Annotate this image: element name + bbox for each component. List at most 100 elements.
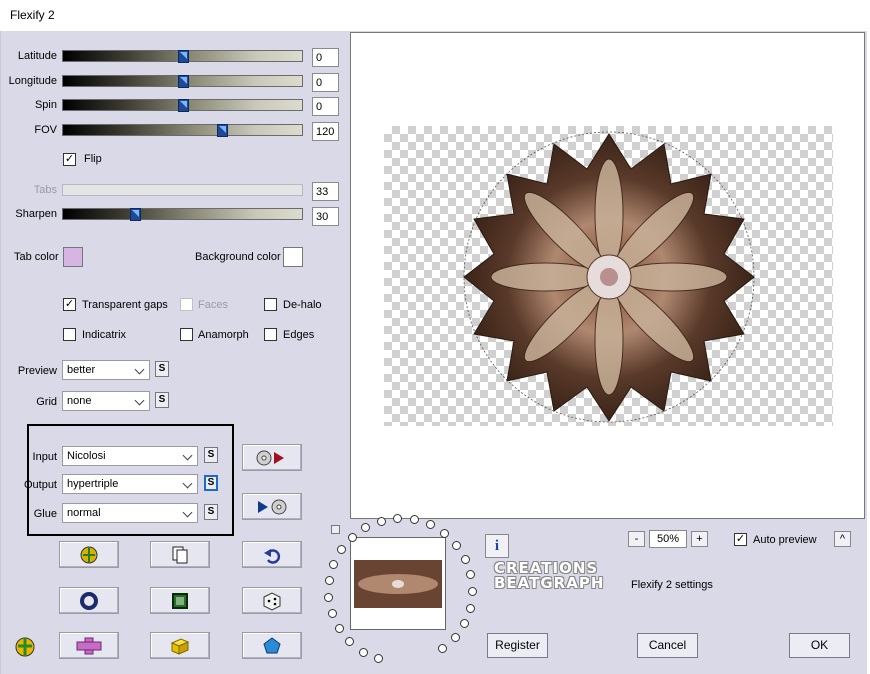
handle-square[interactable]	[331, 525, 340, 534]
spin-value[interactable]: 0	[312, 97, 339, 116]
auto-preview-checkbox[interactable]: ✓	[734, 533, 747, 546]
sharpen-slider[interactable]	[62, 208, 303, 221]
randomize-button[interactable]	[59, 541, 119, 568]
anamorph-checkbox[interactable]	[180, 328, 193, 341]
ring-dot[interactable]	[347, 532, 357, 542]
grid-s-button[interactable]: S	[155, 392, 169, 408]
transparent-gaps-label: Transparent gaps	[82, 299, 168, 311]
transparent-gaps-checkbox[interactable]: ✓	[63, 298, 76, 311]
ring-dot[interactable]	[459, 619, 469, 629]
anamorph-label: Anamorph	[198, 329, 249, 341]
info-button[interactable]: i	[485, 534, 509, 558]
disc-to-play-icon	[256, 450, 284, 465]
input-dropdown-value: Nicolosi	[67, 450, 106, 462]
longitude-label: Longitude	[8, 75, 57, 87]
preview-panel[interactable]	[350, 32, 865, 519]
fov-value[interactable]: 120	[312, 122, 339, 141]
watermark-line-2: BEATGRAPH	[494, 574, 605, 592]
circle-tool-button[interactable]	[59, 587, 119, 614]
collapse-button[interactable]: ^	[834, 531, 851, 547]
zoom-in-button[interactable]: +	[691, 531, 708, 547]
ring-dot[interactable]	[439, 528, 449, 538]
ring-dot[interactable]	[465, 603, 475, 613]
square-tool-button[interactable]	[150, 587, 210, 614]
ring-dot[interactable]	[451, 540, 461, 550]
de-halo-label: De-halo	[283, 299, 322, 311]
longitude-value[interactable]: 0	[312, 73, 339, 92]
ring-dot[interactable]	[460, 554, 470, 564]
ring-dot[interactable]	[328, 560, 338, 570]
copy-button[interactable]	[150, 541, 210, 568]
ring-dot[interactable]	[327, 609, 337, 619]
ok-button[interactable]: OK	[789, 633, 850, 658]
longitude-slider[interactable]	[62, 75, 303, 88]
dice-button[interactable]	[242, 587, 302, 614]
swap-to-output-button[interactable]	[242, 444, 302, 471]
cancel-button[interactable]: Cancel	[637, 633, 698, 658]
ring-dot[interactable]	[467, 586, 477, 596]
zoom-level: 50%	[649, 530, 687, 548]
register-button[interactable]: Register	[487, 633, 548, 658]
zoom-out-button[interactable]: -	[628, 531, 645, 547]
window-title: Flexify 2	[10, 8, 55, 22]
pentagon-tool-button[interactable]	[242, 632, 302, 659]
latitude-value[interactable]: 0	[312, 48, 339, 67]
cube-icon	[170, 637, 190, 655]
latitude-slider[interactable]	[62, 50, 303, 63]
preview-s-button[interactable]: S	[155, 361, 169, 377]
chevron-down-icon	[134, 395, 145, 406]
glue-dropdown-value: normal	[67, 507, 101, 519]
spin-slider-thumb[interactable]	[177, 99, 189, 112]
grid-dropdown[interactable]: none	[62, 391, 150, 411]
swap-to-input-button[interactable]	[242, 493, 302, 520]
output-s-button[interactable]: S	[204, 475, 218, 491]
flip-checkbox[interactable]: ✓	[63, 153, 76, 166]
background-color-swatch[interactable]	[283, 247, 303, 267]
thumbnail-preview[interactable]	[350, 537, 446, 630]
indicatrix-label: Indicatrix	[82, 329, 127, 341]
longitude-slider-thumb[interactable]	[177, 75, 189, 88]
background-color-label: Background color	[195, 251, 281, 263]
ring-icon	[80, 591, 98, 610]
preview-label: Preview	[17, 365, 57, 377]
fov-slider[interactable]	[62, 124, 303, 137]
output-label: Output	[23, 479, 57, 491]
ring-dot[interactable]	[358, 647, 368, 657]
preview-dropdown-value: better	[67, 364, 96, 376]
ring-dot[interactable]	[376, 516, 386, 526]
ring-dot[interactable]	[425, 520, 435, 530]
output-dropdown-value: hypertriple	[67, 478, 119, 490]
sharpen-value[interactable]: 30	[312, 207, 339, 226]
ring-dot[interactable]	[324, 576, 334, 586]
chevron-down-icon	[182, 507, 193, 518]
watermark: CREATIONS BEATGRAPH	[494, 561, 604, 591]
undo-button[interactable]	[242, 541, 302, 568]
tab-color-swatch[interactable]	[63, 247, 83, 267]
glue-s-button[interactable]: S	[204, 504, 218, 520]
fov-slider-thumb[interactable]	[217, 124, 229, 137]
chevron-down-icon	[182, 450, 193, 461]
ring-dot[interactable]	[450, 632, 460, 642]
input-s-button[interactable]: S	[204, 447, 218, 463]
flexify-logo-icon[interactable]	[12, 634, 38, 661]
spin-slider[interactable]	[62, 99, 303, 112]
input-dropdown[interactable]: Nicolosi	[62, 446, 198, 466]
indicatrix-checkbox[interactable]	[63, 328, 76, 341]
glue-dropdown[interactable]: normal	[62, 503, 198, 523]
settings-label: Flexify 2 settings	[631, 579, 713, 591]
cross-tool-button[interactable]	[59, 632, 119, 659]
edges-checkbox[interactable]	[264, 328, 277, 341]
fov-label: FOV	[34, 124, 57, 136]
block-tool-button[interactable]	[150, 632, 210, 659]
de-halo-checkbox[interactable]	[264, 298, 277, 311]
ring-dot[interactable]	[336, 545, 346, 555]
sharpen-slider-thumb[interactable]	[129, 208, 141, 221]
ring-dot[interactable]	[409, 515, 419, 525]
edges-label: Edges	[283, 329, 315, 341]
cross-icon	[76, 637, 102, 654]
latitude-slider-thumb[interactable]	[177, 50, 189, 63]
preview-dropdown[interactable]: better	[62, 360, 150, 380]
globe-icon	[80, 546, 98, 563]
output-dropdown[interactable]: hypertriple	[62, 474, 198, 494]
spin-label: Spin	[34, 99, 57, 111]
